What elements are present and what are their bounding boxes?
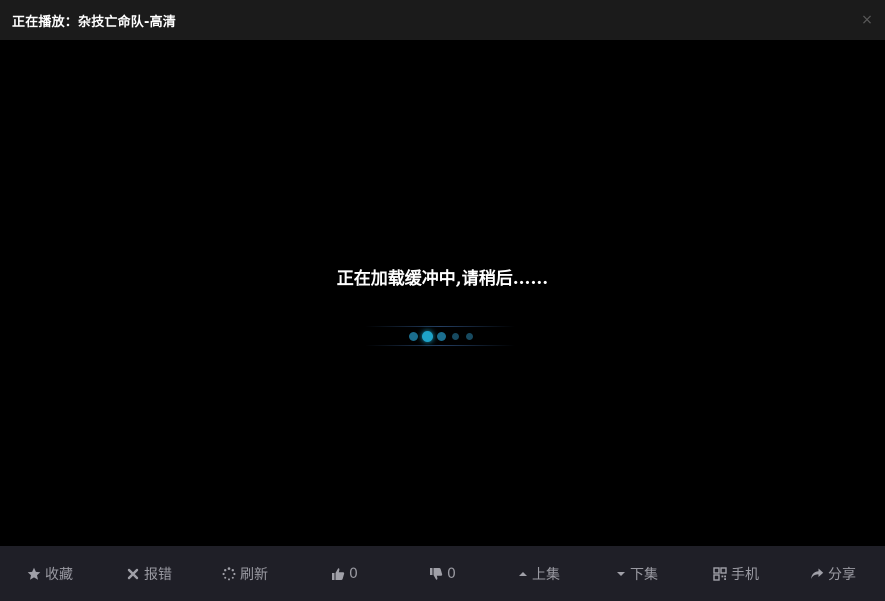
share-arrow-icon	[810, 567, 824, 581]
caret-down-icon	[616, 567, 626, 581]
loader-dot	[466, 333, 473, 340]
star-icon	[27, 567, 41, 581]
report-error-button[interactable]: 报错	[126, 546, 172, 601]
like-count: 0	[349, 565, 358, 582]
previous-episode-button[interactable]: 上集	[518, 546, 560, 601]
loading-indicator	[365, 326, 515, 346]
qr-code-icon	[713, 566, 727, 581]
control-toolbar: 收藏 报错 刷新 0 0 上集 下集 手机 分享	[0, 546, 885, 601]
player-window: 正在播放：杂技亡命队-高清 × 正在加载缓冲中,请稍后...... 收藏 报错	[0, 0, 885, 601]
loader-dot	[437, 332, 446, 341]
report-error-label: 报错	[144, 566, 172, 583]
share-button[interactable]: 分享	[810, 546, 856, 601]
title-bar: 正在播放：杂技亡命队-高清 ×	[0, 0, 885, 40]
dislike-button[interactable]: 0	[429, 546, 456, 601]
video-stage[interactable]: 正在加载缓冲中,请稍后......	[0, 40, 885, 546]
next-episode-label: 下集	[630, 566, 658, 583]
refresh-button[interactable]: 刷新	[222, 546, 268, 601]
caret-up-icon	[518, 567, 528, 581]
loading-message: 正在加载缓冲中,请稍后......	[336, 269, 549, 289]
close-button[interactable]: ×	[859, 12, 875, 28]
dislike-count: 0	[447, 565, 456, 582]
mobile-button[interactable]: 手机	[713, 546, 759, 601]
like-button[interactable]: 0	[331, 546, 358, 601]
loader-line-top	[365, 326, 515, 327]
loader-dot	[409, 332, 418, 341]
previous-episode-label: 上集	[532, 566, 560, 583]
loader-dot	[422, 331, 433, 342]
favorite-button[interactable]: 收藏	[27, 546, 73, 601]
spinner-icon	[222, 566, 236, 581]
loader-line-bottom	[365, 345, 515, 346]
thumbs-down-icon	[429, 567, 443, 581]
now-playing-title: 正在播放：杂技亡命队-高清	[12, 14, 176, 30]
favorite-label: 收藏	[45, 566, 73, 583]
refresh-label: 刷新	[240, 566, 268, 583]
loader-dot	[452, 333, 459, 340]
next-episode-button[interactable]: 下集	[616, 546, 658, 601]
thumbs-up-icon	[331, 567, 345, 581]
mobile-label: 手机	[731, 566, 759, 583]
share-label: 分享	[828, 566, 856, 583]
x-icon	[126, 567, 140, 581]
